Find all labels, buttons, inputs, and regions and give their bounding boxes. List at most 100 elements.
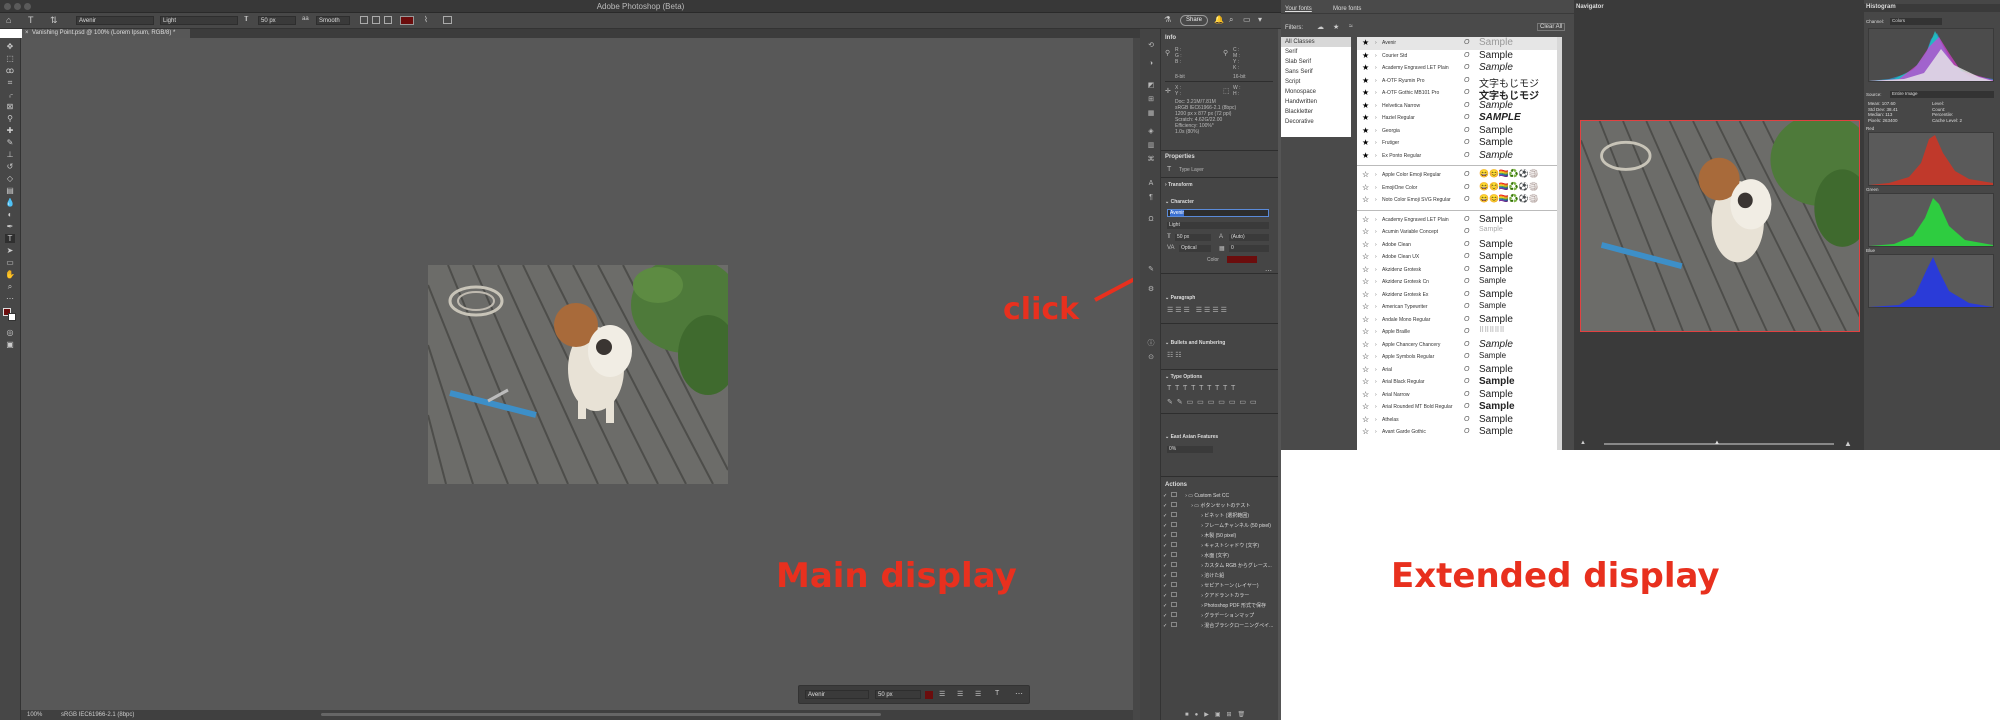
channel-select[interactable]: Colors xyxy=(1890,18,1942,25)
chevron-right-icon[interactable]: › xyxy=(1375,103,1377,109)
action-item[interactable]: ✓ › グラデーションマップ xyxy=(1163,612,1276,622)
star-outline-icon[interactable]: ☆ xyxy=(1362,240,1369,249)
dialog-toggle-icon[interactable] xyxy=(1171,522,1178,527)
chevron-right-icon[interactable]: › xyxy=(1375,229,1377,235)
font-size-field[interactable]: 50 px xyxy=(258,16,296,25)
check-icon[interactable]: ✓ xyxy=(1163,543,1167,549)
floating-text-options-icon[interactable]: T xyxy=(995,690,999,697)
chevron-right-icon[interactable]: › xyxy=(1375,304,1377,310)
dialog-toggle-icon[interactable] xyxy=(1171,512,1178,517)
star-outline-icon[interactable]: ☆ xyxy=(1362,327,1369,336)
chevron-right-icon[interactable]: › xyxy=(1375,197,1377,203)
chevron-right-icon[interactable]: › xyxy=(1375,65,1377,71)
star-outline-icon[interactable]: ☆ xyxy=(1362,415,1369,424)
bullets-icons[interactable]: ☷ ☷ xyxy=(1167,351,1182,359)
healing-brush-tool-icon[interactable]: ✚ xyxy=(5,126,15,135)
check-icon[interactable]: ✓ xyxy=(1163,553,1167,559)
dialog-toggle-icon[interactable] xyxy=(1171,532,1178,537)
crop-tool-icon[interactable]: ⌌ xyxy=(5,90,15,99)
font-class-item[interactable]: All Classes xyxy=(1281,37,1351,47)
star-filled-icon[interactable]: ★ xyxy=(1362,126,1369,135)
star-filled-icon[interactable]: ★ xyxy=(1362,51,1369,60)
font-row[interactable]: ☆ › Athelas O Sample xyxy=(1357,414,1557,427)
tab-close-icon[interactable]: × xyxy=(25,29,29,38)
brush-tool-icon[interactable]: ✎ xyxy=(5,138,15,147)
blur-tool-icon[interactable]: 💧 xyxy=(5,198,15,207)
star-filled-icon[interactable]: ★ xyxy=(1362,76,1369,85)
paragraph-align-icons[interactable]: ☰☰☰ ☰☰☰☰ xyxy=(1167,306,1229,314)
kerning-field[interactable]: Optical xyxy=(1179,245,1211,252)
star-filled-icon[interactable]: ★ xyxy=(1362,88,1369,97)
font-class-item[interactable]: Sans Serif xyxy=(1281,67,1351,77)
font-row[interactable]: ★ › Haziel Regular O SAMPLE xyxy=(1357,112,1557,125)
chevron-right-icon[interactable]: › xyxy=(1375,317,1377,323)
action-item[interactable]: ✓ › フレームチャンネル (50 pixel) xyxy=(1163,522,1276,532)
font-class-item[interactable]: Script xyxy=(1281,77,1351,87)
check-icon[interactable]: ✓ xyxy=(1163,493,1167,499)
font-row[interactable]: ☆ › American Typewriter O Sample xyxy=(1357,301,1557,314)
font-row[interactable]: ☆ › Acumin Variable Concept O Sample xyxy=(1357,226,1557,239)
vertical-scrollbar[interactable] xyxy=(1133,38,1140,720)
chevron-right-icon[interactable]: › xyxy=(1375,292,1377,298)
font-row[interactable]: ☆ › Noto Color Emoji SVG Regular O 😄😊🏳️‍🌈♻️⚽… xyxy=(1357,194,1557,207)
workspace-switcher-icon[interactable]: ▾ xyxy=(1258,15,1262,24)
check-icon[interactable]: ✓ xyxy=(1163,593,1167,599)
floating-size-field[interactable]: 50 px xyxy=(875,690,921,699)
tab-your-fonts[interactable]: Your fonts xyxy=(1285,6,1312,12)
font-list-scrollbar[interactable] xyxy=(1557,37,1562,450)
dialog-toggle-icon[interactable] xyxy=(1171,612,1178,617)
type-options-row-2[interactable]: ✎ ✎ ▭ ▭ ▭ ▭ ▭ ▭ ▭ xyxy=(1167,398,1258,406)
character-size-field[interactable]: 50 px xyxy=(1175,234,1211,241)
font-row[interactable]: ☆ › Avant Garde Gothic O Sample xyxy=(1357,426,1557,439)
brushes-icon[interactable]: ✎ xyxy=(1146,265,1156,274)
font-row[interactable]: ☆ › Apple Braille O ⠿⠿⠿⠿⠿ xyxy=(1357,326,1557,339)
leading-field[interactable]: (Auto) xyxy=(1229,234,1269,241)
font-row[interactable]: ☆ › Arial Narrow O Sample xyxy=(1357,389,1557,402)
font-row[interactable]: ★ › Frutiger O Sample xyxy=(1357,137,1557,150)
chevron-right-icon[interactable]: › xyxy=(1375,354,1377,360)
quick-mask-icon[interactable]: ◎ xyxy=(5,328,15,337)
star-outline-icon[interactable]: ☆ xyxy=(1362,402,1369,411)
star-outline-icon[interactable]: ☆ xyxy=(1362,195,1369,204)
move-tool-icon[interactable]: ✥ xyxy=(5,42,15,51)
cloud-filter-icon[interactable]: ☁ xyxy=(1317,23,1324,31)
zoom-in-icon[interactable]: ▲ xyxy=(1844,439,1852,448)
dialog-toggle-icon[interactable] xyxy=(1171,592,1178,597)
glyphs-icon[interactable]: Ω xyxy=(1146,215,1156,224)
action-item[interactable]: ✓ › 混合ブラシクローニングペイ... xyxy=(1163,622,1276,632)
antialias-select[interactable]: Smooth xyxy=(316,16,350,25)
action-item[interactable]: ✓ › ▭ Custom Set CC xyxy=(1163,492,1276,502)
libraries-icon[interactable]: ⊞ xyxy=(1146,95,1156,104)
chevron-right-icon[interactable]: › xyxy=(1375,78,1377,84)
check-icon[interactable]: ✓ xyxy=(1163,613,1167,619)
check-icon[interactable]: ✓ xyxy=(1163,513,1167,519)
check-icon[interactable]: ✓ xyxy=(1163,573,1167,579)
home-icon[interactable]: ⌂ xyxy=(6,15,11,25)
chevron-right-icon[interactable]: › xyxy=(1375,242,1377,248)
document-tab[interactable]: × Vanishing Point.psd @ 100% (Lorem Ipsu… xyxy=(22,29,190,38)
star-filled-icon[interactable]: ★ xyxy=(1362,63,1369,72)
tool-presets-icon[interactable]: ⚙ xyxy=(1146,285,1156,294)
chevron-right-icon[interactable]: › xyxy=(1375,267,1377,273)
warp-text-icon[interactable]: ⌇ xyxy=(424,15,428,24)
tracking-field[interactable]: 0 xyxy=(1229,245,1269,252)
font-row[interactable]: ★ › A-OTF Ryumin Pro O 文字もじモジ xyxy=(1357,75,1557,90)
pen-tool-icon[interactable]: ✒ xyxy=(5,222,15,231)
floating-more-icon[interactable]: ⋯ xyxy=(1015,689,1023,698)
character-panel-toggle-icon[interactable] xyxy=(443,16,452,24)
bell-icon[interactable]: 🔔 xyxy=(1214,15,1224,24)
type-tool-preset-icon[interactable]: T xyxy=(28,15,34,25)
chevron-right-icon[interactable]: › xyxy=(1375,153,1377,159)
share-button[interactable]: Share xyxy=(1180,15,1208,26)
font-row[interactable]: ★ › Georgia O Sample xyxy=(1357,125,1557,138)
check-icon[interactable]: ✓ xyxy=(1163,583,1167,589)
font-row[interactable]: ☆ › Andale Mono Regular O Sample xyxy=(1357,314,1557,327)
character-color-swatch[interactable] xyxy=(1227,256,1257,263)
adjustments-icon[interactable]: ◩ xyxy=(1146,81,1156,90)
star-outline-icon[interactable]: ☆ xyxy=(1362,302,1369,311)
tsume-field[interactable]: 0% xyxy=(1167,446,1213,453)
chevron-right-icon[interactable]: › xyxy=(1375,417,1377,423)
font-class-item[interactable]: Slab Serif xyxy=(1281,57,1351,67)
star-outline-icon[interactable]: ☆ xyxy=(1362,170,1369,179)
workspace-icon[interactable]: ▭ xyxy=(1243,15,1251,24)
